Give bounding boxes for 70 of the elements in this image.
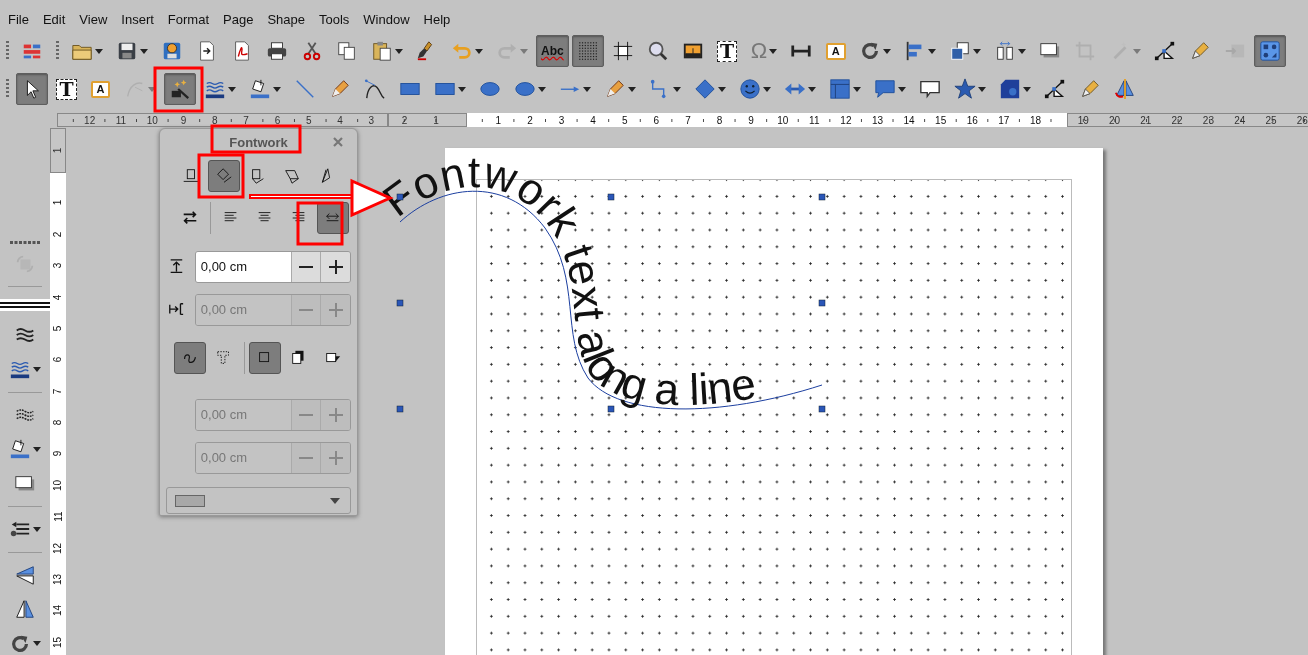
menu-item[interactable]: Page bbox=[223, 11, 254, 27]
ruler-number: 17 bbox=[997, 114, 1011, 126]
ruler-number: 6 bbox=[273, 114, 282, 126]
ruler-number: 11 bbox=[114, 114, 128, 126]
ruler-number: 4 bbox=[52, 294, 64, 300]
ruler-number: 16 bbox=[965, 114, 979, 126]
menu-item[interactable]: Insert bbox=[121, 11, 154, 27]
toolbar-button[interactable]: Abc bbox=[536, 35, 569, 67]
ruler-number: 15 bbox=[52, 636, 64, 648]
ruler-number: 11 bbox=[808, 114, 821, 126]
ruler-number: 8 bbox=[211, 114, 219, 126]
ruler-number: 2 bbox=[400, 114, 409, 126]
menu-item[interactable]: File bbox=[8, 11, 29, 27]
menu-item[interactable]: Window bbox=[363, 11, 410, 27]
ruler-number: 6 bbox=[52, 357, 64, 363]
ruler-number: 7 bbox=[684, 114, 692, 126]
ruler-number: 14 bbox=[902, 114, 916, 126]
ruler-number: 5 bbox=[620, 114, 629, 126]
toolbar-button[interactable]: A bbox=[820, 35, 852, 67]
ruler-number: 5 bbox=[304, 114, 313, 126]
ruler-number: 10 bbox=[52, 479, 64, 491]
ruler-number: 5 bbox=[52, 325, 64, 332]
ruler-number: 1 bbox=[432, 114, 440, 126]
toolbar-button[interactable]: T bbox=[711, 35, 743, 67]
ruler-number: 15 bbox=[934, 114, 948, 126]
toolbar-button[interactable]: T bbox=[51, 73, 82, 105]
ruler-number: 6 bbox=[652, 114, 661, 126]
ruler-number: 1 bbox=[494, 114, 503, 126]
toolbar-button[interactable]: A bbox=[85, 73, 116, 105]
ruler-number: 19 bbox=[1076, 114, 1090, 126]
ruler-number: 18 bbox=[1028, 114, 1042, 126]
ruler-number: 3 bbox=[367, 114, 376, 126]
ruler-number: 14 bbox=[52, 605, 64, 617]
ruler-number: 12 bbox=[52, 542, 64, 554]
ruler-number: 9 bbox=[747, 114, 755, 126]
ruler-number: 4 bbox=[589, 114, 597, 126]
ruler-number: 12 bbox=[83, 114, 97, 126]
ruler-number: 7 bbox=[242, 114, 250, 126]
menu-item[interactable]: Help bbox=[423, 11, 451, 27]
ruler-number: 3 bbox=[52, 262, 64, 269]
ruler-number: 1 bbox=[52, 200, 64, 206]
ruler-number: 10 bbox=[776, 114, 790, 126]
ruler-number: 2 bbox=[526, 114, 534, 126]
menu-item[interactable]: Edit bbox=[42, 11, 66, 27]
ruler-number: 3 bbox=[557, 114, 566, 126]
ruler-number: 22 bbox=[1170, 114, 1184, 126]
ruler-number: 13 bbox=[52, 573, 64, 586]
ruler-number: 26 bbox=[1295, 114, 1308, 126]
ruler-number: 2 bbox=[52, 231, 64, 237]
ruler-number: 25 bbox=[1264, 114, 1278, 126]
ruler-number: 24 bbox=[1233, 114, 1247, 126]
ruler-number: 12 bbox=[839, 114, 853, 126]
menu-item[interactable]: Format bbox=[167, 11, 209, 27]
ruler-number: 9 bbox=[179, 114, 188, 126]
ruler-number: 13 bbox=[870, 114, 885, 126]
menu-item[interactable]: Shape bbox=[267, 11, 305, 27]
panel-title: Fontwork bbox=[229, 134, 288, 150]
ruler-number: 20 bbox=[1107, 114, 1122, 126]
ruler-number: 21 bbox=[1139, 114, 1153, 126]
ruler-number: 8 bbox=[52, 419, 64, 426]
ruler-number: 4 bbox=[336, 114, 344, 126]
ruler-number: 9 bbox=[52, 451, 64, 457]
menu-item[interactable]: Tools bbox=[318, 11, 350, 27]
ruler-number: 1 bbox=[52, 147, 64, 154]
ruler-number: 8 bbox=[715, 114, 724, 126]
ruler-number: 23 bbox=[1201, 114, 1215, 126]
ruler-number: 10 bbox=[145, 114, 159, 126]
ruler-number: 7 bbox=[52, 388, 64, 394]
menu-item[interactable]: View bbox=[79, 11, 108, 27]
ruler-number: 11 bbox=[52, 511, 64, 522]
